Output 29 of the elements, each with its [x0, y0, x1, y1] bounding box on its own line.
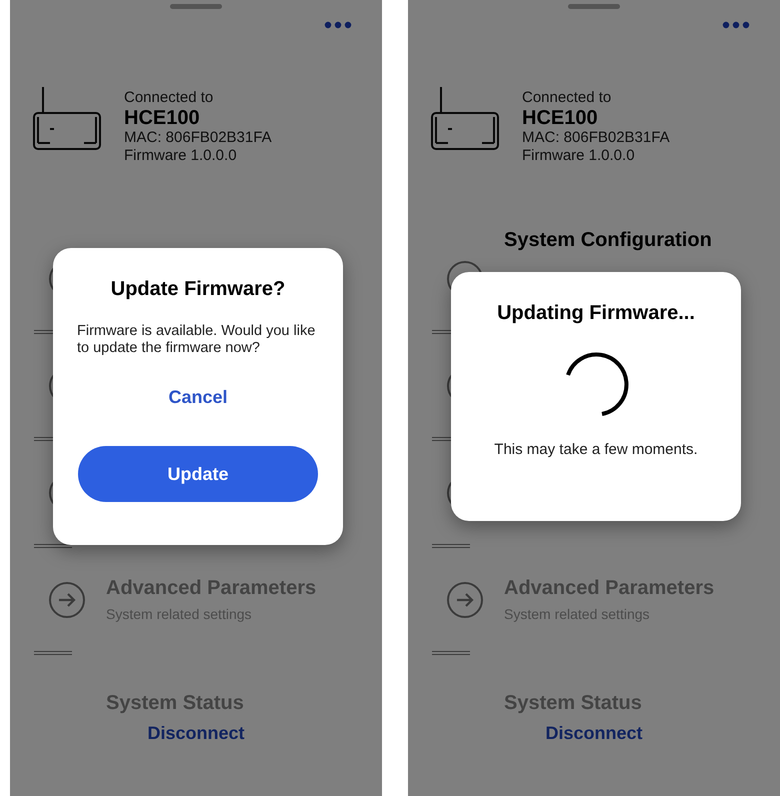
dialog-message: Firmware is available. Would you like to update the firmware now? — [77, 323, 316, 357]
connection-status: Connected to — [124, 89, 214, 107]
mac-address: MAC: 806FB02B31FA — [522, 129, 670, 147]
firmware-version: Firmware 1.0.0.0 — [124, 147, 238, 165]
more-icon[interactable] — [722, 21, 750, 29]
menu-item-title[interactable]: Advanced Parameters — [106, 577, 316, 600]
menu-item-title[interactable]: System Status — [106, 692, 244, 715]
menu-item-title[interactable]: System Configuration — [504, 228, 712, 252]
dialog-title: Updating Firmware... — [497, 302, 695, 325]
device-name: HCE100 — [124, 107, 201, 129]
mac-address: MAC: 806FB02B31FA — [124, 129, 272, 147]
menu-item-title[interactable]: System Status — [504, 692, 642, 715]
cancel-button[interactable]: Cancel — [158, 383, 238, 412]
menu-item-title[interactable]: Advanced Parameters — [504, 577, 714, 600]
dialog-title: Update Firmware? — [110, 278, 286, 301]
firmware-version: Firmware 1.0.0.0 — [522, 147, 636, 165]
arrow-circle-icon[interactable] — [446, 580, 484, 618]
disconnect-button[interactable]: Disconnect — [537, 719, 651, 748]
update-button[interactable]: Update — [78, 446, 318, 502]
disconnect-button[interactable]: Disconnect — [139, 719, 253, 748]
device-name: HCE100 — [522, 107, 599, 129]
router-icon — [430, 87, 500, 151]
dialog-message: This may take a few moments. — [494, 441, 698, 458]
arrow-circle-icon[interactable] — [48, 580, 86, 618]
router-icon — [32, 87, 102, 151]
more-icon[interactable] — [324, 21, 352, 29]
drag-handle[interactable] — [568, 4, 620, 9]
drag-handle[interactable] — [170, 4, 222, 9]
connection-status: Connected to — [522, 89, 612, 107]
